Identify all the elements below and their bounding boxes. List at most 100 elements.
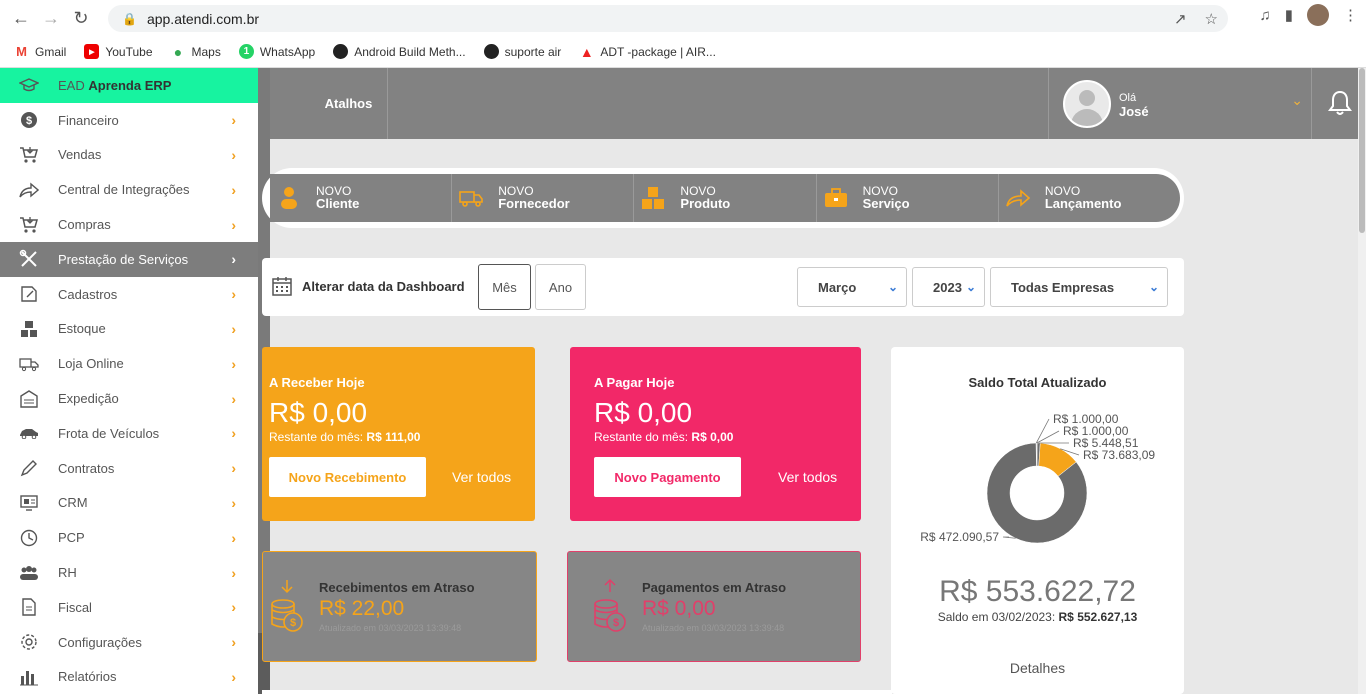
donut-label-leader (1035, 418, 1050, 444)
graduation-cap-icon (18, 74, 40, 96)
sidebar-item-pcp[interactable]: PCP › (0, 520, 258, 555)
sidebar-item-label: CRM (58, 495, 88, 511)
month-select[interactable]: Março ⌄ (797, 267, 907, 307)
sidebar-item-configuracoes[interactable]: Configurações › (0, 625, 258, 660)
chevron-right-icon: › (231, 634, 236, 651)
sidebar-item-label: Prestação de Serviços (58, 251, 189, 267)
forward-icon[interactable]: → (36, 3, 66, 33)
menu-icon[interactable]: ⋮ (1343, 6, 1358, 24)
document-icon (18, 596, 40, 618)
github-icon (333, 44, 349, 59)
chevron-down-icon: ⌄ (965, 280, 976, 294)
new-receipt-button[interactable]: Novo Recebimento (269, 457, 426, 497)
bookmark-gmail[interactable]: M Gmail (14, 44, 66, 59)
bar-chart-icon (18, 666, 40, 688)
chevron-down-icon[interactable]: ⌄ (1291, 92, 1303, 109)
address-bar[interactable]: 🔒 app.atendi.com.br ↗ ☆ (108, 5, 1228, 32)
donut-label-leader (1036, 430, 1060, 444)
sidebar-item-label: PCP (58, 530, 85, 546)
late-amount: R$ 0,00 (642, 597, 716, 620)
sidebar-item-label: RH (58, 565, 77, 581)
date-bar-label: Alterar data da Dashboard (302, 279, 465, 294)
chevron-down-icon: ⌄ (1148, 280, 1159, 294)
new-entry-button[interactable]: NOVO Lançamento (999, 174, 1180, 222)
balance-details-link[interactable]: Detalhes (891, 660, 1184, 676)
star-icon[interactable]: ☆ (1205, 10, 1218, 28)
late-payments-card[interactable]: $ Pagamentos em Atraso R$ 0,00 Atualizad… (567, 551, 861, 662)
late-updated: Atualizado em 03/03/2023 13:39:48 (642, 623, 785, 633)
briefcase-icon (823, 185, 849, 211)
back-icon[interactable]: ← (6, 3, 36, 33)
bookmark-suporte-air[interactable]: suporte air (483, 44, 561, 59)
sidebar-item-relatorios[interactable]: Relatórios › (0, 660, 258, 694)
sidebar-item-compras[interactable]: Compras › (0, 207, 258, 242)
bookmark-android-build[interactable]: Android Build Meth... (333, 44, 466, 59)
year-toggle-button[interactable]: Ano (535, 264, 586, 310)
profile-avatar[interactable] (1307, 4, 1329, 26)
sidebar-item-frota-de-veiculos[interactable]: Frota de Veículos › (0, 416, 258, 451)
chevron-right-icon: › (231, 146, 236, 163)
sidebar-item-rh[interactable]: RH › (0, 555, 258, 590)
chevron-right-icon: › (231, 599, 236, 616)
sidebar-item-label: Compras (58, 217, 111, 233)
bell-icon[interactable] (1328, 90, 1352, 116)
share-icon (18, 179, 40, 201)
share-arrow-icon (1005, 185, 1031, 211)
sidebar-item-expedicao[interactable]: Expedição › (0, 381, 258, 416)
balance-amount: R$ 553.622,72 (939, 575, 1136, 608)
bookmark-adt-package[interactable]: ▲ ADT -package | AIR... (579, 44, 716, 60)
see-all-payments-link[interactable]: Ver todos (778, 469, 837, 485)
month-toggle-button[interactable]: Mês (478, 264, 531, 310)
new-product-button[interactable]: NOVO Produto (634, 174, 817, 222)
next-card-edge (262, 690, 892, 694)
bookmark-youtube[interactable]: ▶ YouTube (84, 44, 153, 59)
sidebar-item-central-de-integracoes[interactable]: Central de Integrações › (0, 172, 258, 207)
crm-icon (18, 492, 40, 514)
late-updated: Atualizado em 03/03/2023 13:39:48 (319, 623, 462, 633)
payable-today-card: A Pagar Hoje R$ 0,00 Restante do mês: R$… (570, 347, 861, 521)
bookmark-maps[interactable]: ● Maps (171, 44, 221, 60)
media-icon[interactable]: ♫ (1259, 7, 1270, 24)
sidepanel-icon[interactable]: ▮ (1285, 6, 1293, 24)
youtube-icon: ▶ (84, 44, 100, 59)
new-client-button[interactable]: NOVO Cliente (270, 174, 453, 222)
new-supplier-button[interactable]: NOVO Fornecedor (452, 174, 635, 222)
sidebar-item-label: Contratos (58, 460, 115, 476)
sidebar-item-label: Expedição (58, 391, 119, 407)
sidebar-item-label: Fiscal (58, 599, 92, 615)
year-select[interactable]: 2023 ⌄ (912, 267, 985, 307)
sidebar-item-ead[interactable]: EAD Aprenda ERP (0, 68, 258, 103)
page-scrollbar[interactable] (1358, 68, 1366, 694)
sidebar-item-vendas[interactable]: Vendas › (0, 138, 258, 173)
see-all-receipts-link[interactable]: Ver todos (452, 469, 511, 485)
sidebar-item-crm[interactable]: CRM › (0, 486, 258, 521)
share-icon[interactable]: ↗ (1174, 10, 1187, 28)
chevron-right-icon: › (231, 112, 236, 129)
card-title: A Pagar Hoje (594, 375, 675, 390)
chevron-down-icon: ⌄ (887, 280, 898, 294)
sidebar-item-loja-online[interactable]: Loja Online › (0, 346, 258, 381)
bookmark-whatsapp[interactable]: 1 WhatsApp (238, 44, 315, 59)
sidebar-item-financeiro[interactable]: $ Financeiro › (0, 103, 258, 138)
github-icon (483, 44, 499, 59)
chevron-right-icon: › (231, 425, 236, 442)
user-menu[interactable]: Olá José ⌄ (1048, 68, 1312, 139)
chevron-right-icon: › (231, 216, 236, 233)
late-receipts-card[interactable]: $ Recebimentos em Atraso R$ 22,00 Atuali… (262, 551, 537, 662)
edit-icon (18, 283, 40, 305)
user-avatar (1063, 80, 1111, 128)
sidebar-item-fiscal[interactable]: Fiscal › (0, 590, 258, 625)
reload-icon[interactable]: ↻ (66, 3, 96, 33)
balance-title: Saldo Total Atualizado (968, 375, 1107, 390)
new-payment-button[interactable]: Novo Pagamento (594, 457, 741, 497)
sidebar-item-label: Financeiro (58, 112, 119, 128)
shortcuts-menu[interactable]: Atalhos (258, 68, 388, 139)
company-select[interactable]: Todas Empresas ⌄ (990, 267, 1168, 307)
scrollbar-thumb[interactable] (1359, 68, 1365, 233)
sidebar-item-estoque[interactable]: Estoque › (0, 312, 258, 347)
sidebar-item-cadastros[interactable]: Cadastros › (0, 277, 258, 312)
sidebar-item-prestacao-de-servicos[interactable]: Prestação de Serviços › (0, 241, 258, 277)
new-service-button[interactable]: NOVO Serviço (817, 174, 999, 222)
sidebar-item-contratos[interactable]: Contratos › (0, 451, 258, 486)
card-remaining: Restante do mês: R$ 111,00 (269, 430, 421, 444)
